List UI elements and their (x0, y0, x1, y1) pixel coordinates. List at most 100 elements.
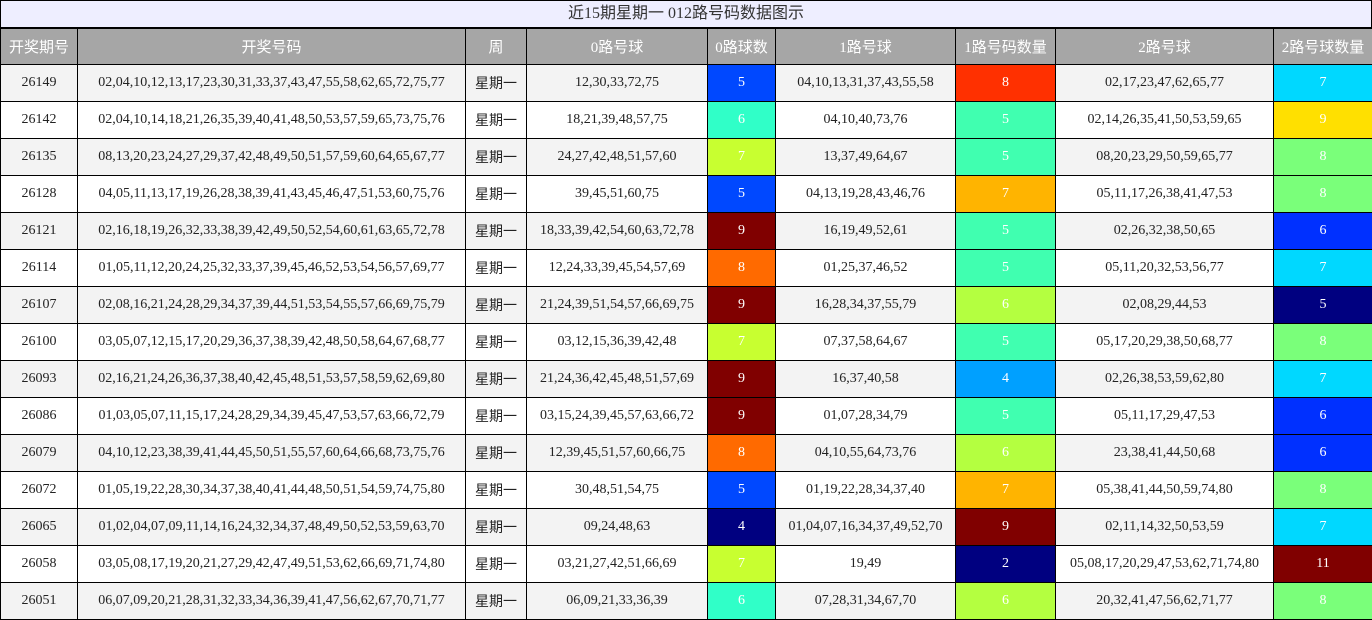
cell-route0-count: 7 (707, 323, 776, 361)
cell-route2-count: 8 (1273, 471, 1372, 509)
cell-route2-count: 7 (1273, 249, 1372, 287)
cell-numbers: 02,16,21,24,26,36,37,38,40,42,45,48,51,5… (77, 360, 466, 398)
cell-route1-balls: 16,28,34,37,55,79 (775, 286, 956, 324)
cell-route1-count: 6 (955, 434, 1056, 472)
cell-route1-count: 5 (955, 397, 1056, 435)
cell-week: 星期一 (465, 249, 527, 287)
cell-route1-count: 6 (955, 286, 1056, 324)
cell-route2-count: 8 (1273, 175, 1372, 213)
cell-route0-count: 6 (707, 101, 776, 139)
cell-issue: 26058 (0, 545, 78, 583)
cell-week: 星期一 (465, 323, 527, 361)
header-issue: 开奖期号 (0, 28, 78, 65)
cell-route2-count: 7 (1273, 64, 1372, 102)
header-route2-count: 2路号球数量 (1273, 28, 1372, 65)
cell-route1-count: 5 (955, 138, 1056, 176)
cell-route2-balls: 02,08,29,44,53 (1055, 286, 1274, 324)
cell-route1-balls: 13,37,49,64,67 (775, 138, 956, 176)
cell-issue: 26072 (0, 471, 78, 509)
header-route1-balls: 1路号球 (775, 28, 956, 65)
cell-route1-balls: 04,10,40,73,76 (775, 101, 956, 139)
cell-route0-count: 6 (707, 582, 776, 620)
cell-route0-count: 4 (707, 508, 776, 546)
cell-route2-count: 5 (1273, 286, 1372, 324)
cell-week: 星期一 (465, 175, 527, 213)
cell-route2-balls: 20,32,41,47,56,62,71,77 (1055, 582, 1274, 620)
cell-week: 星期一 (465, 212, 527, 250)
cell-route1-count: 5 (955, 101, 1056, 139)
cell-issue: 26079 (0, 434, 78, 472)
cell-week: 星期一 (465, 545, 527, 583)
cell-route1-count: 7 (955, 175, 1056, 213)
cell-route1-balls: 01,04,07,16,34,37,49,52,70 (775, 508, 956, 546)
header-numbers: 开奖号码 (77, 28, 466, 65)
cell-route2-balls: 05,38,41,44,50,59,74,80 (1055, 471, 1274, 509)
cell-route0-balls: 18,33,39,42,54,60,63,72,78 (526, 212, 708, 250)
cell-numbers: 02,04,10,12,13,17,23,30,31,33,37,43,47,5… (77, 64, 466, 102)
cell-route1-balls: 19,49 (775, 545, 956, 583)
cell-week: 星期一 (465, 471, 527, 509)
cell-route0-count: 9 (707, 212, 776, 250)
cell-route0-balls: 24,27,42,48,51,57,60 (526, 138, 708, 176)
header-route0-balls: 0路号球 (526, 28, 708, 65)
table-row: 26093 02,16,21,24,26,36,37,38,40,42,45,48… (0, 360, 1372, 398)
table-row: 26114 01,05,11,12,20,24,25,32,33,37,39,45… (0, 249, 1372, 287)
cell-route2-count: 9 (1273, 101, 1372, 139)
cell-route1-balls: 04,10,13,31,37,43,55,58 (775, 64, 956, 102)
cell-route1-balls: 01,07,28,34,79 (775, 397, 956, 435)
cell-route1-balls: 16,19,49,52,61 (775, 212, 956, 250)
cell-route0-balls: 03,21,27,42,51,66,69 (526, 545, 708, 583)
cell-numbers: 02,04,10,14,18,21,26,35,39,40,41,48,50,5… (77, 101, 466, 139)
cell-route1-balls: 01,19,22,28,34,37,40 (775, 471, 956, 509)
cell-issue: 26107 (0, 286, 78, 324)
table-row: 26142 02,04,10,14,18,21,26,35,39,40,41,48… (0, 101, 1372, 139)
cell-route2-count: 6 (1273, 397, 1372, 435)
cell-numbers: 01,02,04,07,09,11,14,16,24,32,34,37,48,4… (77, 508, 466, 546)
cell-numbers: 04,10,12,23,38,39,41,44,45,50,51,55,57,6… (77, 434, 466, 472)
cell-numbers: 06,07,09,20,21,28,31,32,33,34,36,39,41,4… (77, 582, 466, 620)
cell-route1-count: 4 (955, 360, 1056, 398)
cell-issue: 26065 (0, 508, 78, 546)
cell-route2-balls: 05,11,20,32,53,56,77 (1055, 249, 1274, 287)
table-row: 26135 08,13,20,23,24,27,29,37,42,48,49,50… (0, 138, 1372, 176)
cell-numbers: 01,05,19,22,28,30,34,37,38,40,41,44,48,5… (77, 471, 466, 509)
data-table: 开奖期号 开奖号码 周 0路号球 0路球数 1路号球 1路号码数量 2路号球 2… (0, 28, 1372, 620)
table-row: 26128 04,05,11,13,17,19,26,28,38,39,41,43… (0, 175, 1372, 213)
header-route0-count: 0路球数 (707, 28, 776, 65)
cell-route0-count: 9 (707, 360, 776, 398)
table-row: 26058 03,05,08,17,19,20,21,27,29,42,47,49… (0, 545, 1372, 583)
cell-numbers: 01,05,11,12,20,24,25,32,33,37,39,45,46,5… (77, 249, 466, 287)
cell-week: 星期一 (465, 101, 527, 139)
cell-route0-balls: 12,24,33,39,45,54,57,69 (526, 249, 708, 287)
cell-week: 星期一 (465, 434, 527, 472)
cell-route2-balls: 05,11,17,26,38,41,47,53 (1055, 175, 1274, 213)
cell-route1-balls: 16,37,40,58 (775, 360, 956, 398)
table-row: 26065 01,02,04,07,09,11,14,16,24,32,34,37… (0, 508, 1372, 546)
cell-route0-balls: 30,48,51,54,75 (526, 471, 708, 509)
cell-route0-count: 8 (707, 434, 776, 472)
cell-route0-balls: 39,45,51,60,75 (526, 175, 708, 213)
cell-issue: 26051 (0, 582, 78, 620)
cell-route0-balls: 12,39,45,51,57,60,66,75 (526, 434, 708, 472)
table-row: 26100 03,05,07,12,15,17,20,29,36,37,38,39… (0, 323, 1372, 361)
cell-route1-count: 9 (955, 508, 1056, 546)
cell-route2-count: 7 (1273, 360, 1372, 398)
cell-route1-count: 2 (955, 545, 1056, 583)
table-row: 26086 01,03,05,07,11,15,17,24,28,29,34,39… (0, 397, 1372, 435)
cell-route0-balls: 21,24,39,51,54,57,66,69,75 (526, 286, 708, 324)
cell-route0-balls: 18,21,39,48,57,75 (526, 101, 708, 139)
cell-route0-count: 9 (707, 397, 776, 435)
cell-route0-balls: 06,09,21,33,36,39 (526, 582, 708, 620)
cell-route1-count: 5 (955, 323, 1056, 361)
header-route2-balls: 2路号球 (1055, 28, 1274, 65)
cell-numbers: 08,13,20,23,24,27,29,37,42,48,49,50,51,5… (77, 138, 466, 176)
cell-week: 星期一 (465, 286, 527, 324)
cell-route0-balls: 12,30,33,72,75 (526, 64, 708, 102)
cell-route2-count: 8 (1273, 138, 1372, 176)
cell-route2-count: 11 (1273, 545, 1372, 583)
cell-route0-count: 5 (707, 175, 776, 213)
cell-route0-balls: 03,12,15,36,39,42,48 (526, 323, 708, 361)
cell-route2-balls: 02,26,38,53,59,62,80 (1055, 360, 1274, 398)
cell-route2-balls: 02,17,23,47,62,65,77 (1055, 64, 1274, 102)
cell-route2-count: 6 (1273, 212, 1372, 250)
